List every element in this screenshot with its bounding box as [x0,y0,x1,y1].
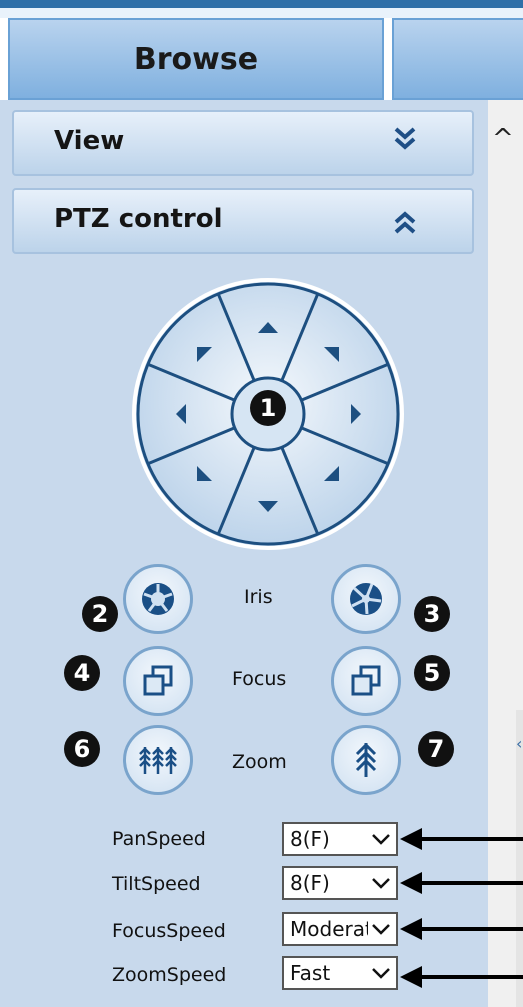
zoom-out-button[interactable] [123,725,193,795]
zoom-out-trees-icon [139,747,177,774]
callout-badge-2: 2 [82,596,118,632]
tilt-speed-select[interactable]: 8(F) [282,866,398,900]
iris-open-icon [142,583,174,615]
callout-badge-1: 1 [250,390,286,426]
double-chevron-down-icon[interactable] [390,120,420,160]
section-ptz-control[interactable]: PTZ control [12,188,474,254]
section-view-label: View [54,126,125,156]
callout-arrow-zoom [400,966,523,988]
chevron-left-icon[interactable]: ‹ [516,734,522,753]
top-border [0,0,523,8]
tab-next[interactable] [392,18,523,100]
zoom-in-button[interactable] [331,725,401,795]
zoom-speed-select[interactable]: Fast [282,956,398,990]
zoom-speed-value: Fast [290,961,331,985]
focus-far-icon [351,665,381,696]
zoom-in-tree-icon [355,742,377,777]
tab-browse-label: Browse [133,41,259,77]
section-ptz-label: PTZ control [54,204,223,234]
iris-close-icon [350,583,382,615]
tilt-speed-value: 8(F) [290,871,330,895]
callout-arrow-tilt [400,872,523,894]
section-view[interactable]: View [12,110,474,176]
tab-browse[interactable]: Browse [8,18,384,100]
chevron-down-icon [372,834,390,845]
iris-label: Iris [244,586,273,608]
scroll-up-icon[interactable]: ^ [492,124,514,154]
iris-open-button[interactable] [123,564,193,634]
pan-speed-label: PanSpeed [112,828,206,850]
callout-badge-4: 4 [64,655,100,691]
callout-arrow-focus [400,918,523,940]
chevron-down-icon [372,924,390,935]
callout-badge-5: 5 [414,655,450,691]
callout-badge-7: 7 [418,731,454,767]
focus-near-icon [143,665,173,696]
top-band [0,8,523,18]
pan-speed-value: 8(F) [290,827,330,851]
zoom-label: Zoom [232,751,287,773]
focus-speed-label: FocusSpeed [112,920,226,942]
tilt-speed-label: TiltSpeed [112,873,201,895]
zoom-speed-label: ZoomSpeed [112,964,227,986]
iris-close-button[interactable] [331,564,401,634]
pan-speed-select[interactable]: 8(F) [282,822,398,856]
callout-badge-3: 3 [414,596,450,632]
chevron-down-icon [372,968,390,979]
callout-badge-6: 6 [64,731,100,767]
chevron-down-icon [372,878,390,889]
focus-label: Focus [232,668,287,690]
callout-arrow-pan [400,828,523,850]
focus-near-button[interactable] [123,646,193,716]
focus-speed-select[interactable]: Moderate [282,912,398,946]
focus-speed-value: Moderate [290,917,368,941]
focus-far-button[interactable] [331,646,401,716]
double-chevron-up-icon[interactable] [390,198,420,238]
